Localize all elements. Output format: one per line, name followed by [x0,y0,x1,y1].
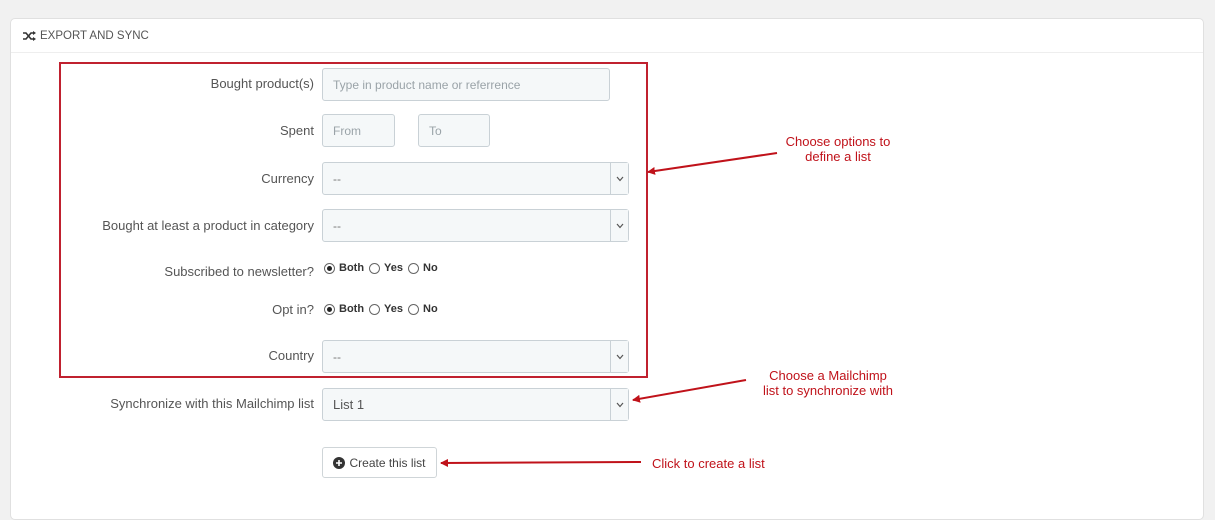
mailchimp-annotation-line1: Choose a Mailchimp [769,368,887,383]
annotation-arrows [440,152,778,467]
mailchimp-arrow [632,379,747,403]
mailchimp-annotation-line2: list to synchronize with [762,383,894,398]
options-annotation: Choose options to define a list [778,134,898,164]
options-annotation-line2: define a list [805,149,871,164]
create-arrow [440,458,642,467]
mailchimp-annotation: Choose a Mailchimp list to synchronize w… [743,368,913,398]
options-annotation-line1: Choose options to [785,134,891,149]
options-arrow [647,152,778,175]
create-annotation: Click to create a list [652,456,765,471]
